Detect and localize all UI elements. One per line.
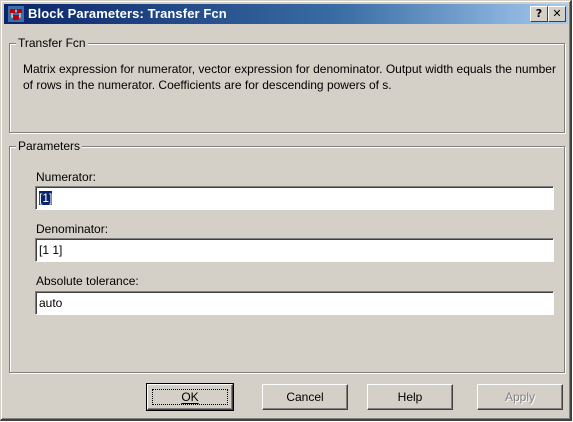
apply-button-label: Apply bbox=[504, 390, 536, 404]
close-button[interactable]: ✕ bbox=[548, 6, 566, 22]
context-help-button[interactable]: ? bbox=[530, 6, 548, 22]
denominator-label: Denominator: bbox=[36, 222, 109, 236]
parameters-legend: Parameters bbox=[16, 139, 83, 153]
simulink-block-icon bbox=[8, 6, 24, 22]
block-description-legend: Transfer Fcn bbox=[16, 36, 88, 50]
block-description-group: Transfer Fcn Matrix expression for numer… bbox=[9, 36, 565, 133]
window-title: Block Parameters: Transfer Fcn bbox=[28, 6, 227, 21]
absolute-tolerance-field[interactable]: auto bbox=[35, 291, 554, 315]
cancel-button-label: Cancel bbox=[286, 390, 324, 404]
absolute-tolerance-label: Absolute tolerance: bbox=[36, 274, 139, 288]
title-bar[interactable]: Block Parameters: Transfer Fcn ? ✕ bbox=[4, 4, 568, 24]
numerator-field[interactable]: [1] bbox=[35, 186, 554, 210]
numerator-value: [1] bbox=[39, 191, 53, 205]
ok-focus-rect bbox=[152, 389, 228, 405]
ok-button[interactable]: OK bbox=[146, 383, 234, 411]
apply-button[interactable]: Apply bbox=[477, 384, 563, 410]
help-button[interactable]: Help bbox=[367, 384, 453, 410]
dialog-window: Block Parameters: Transfer Fcn ? ✕ Trans… bbox=[0, 0, 572, 421]
numerator-label: Numerator: bbox=[36, 170, 97, 184]
denominator-field[interactable]: [1 1] bbox=[35, 238, 554, 262]
block-description-text: Matrix expression for numerator, vector … bbox=[23, 62, 556, 92]
cancel-button[interactable]: Cancel bbox=[262, 384, 348, 410]
help-button-label: Help bbox=[397, 390, 423, 404]
